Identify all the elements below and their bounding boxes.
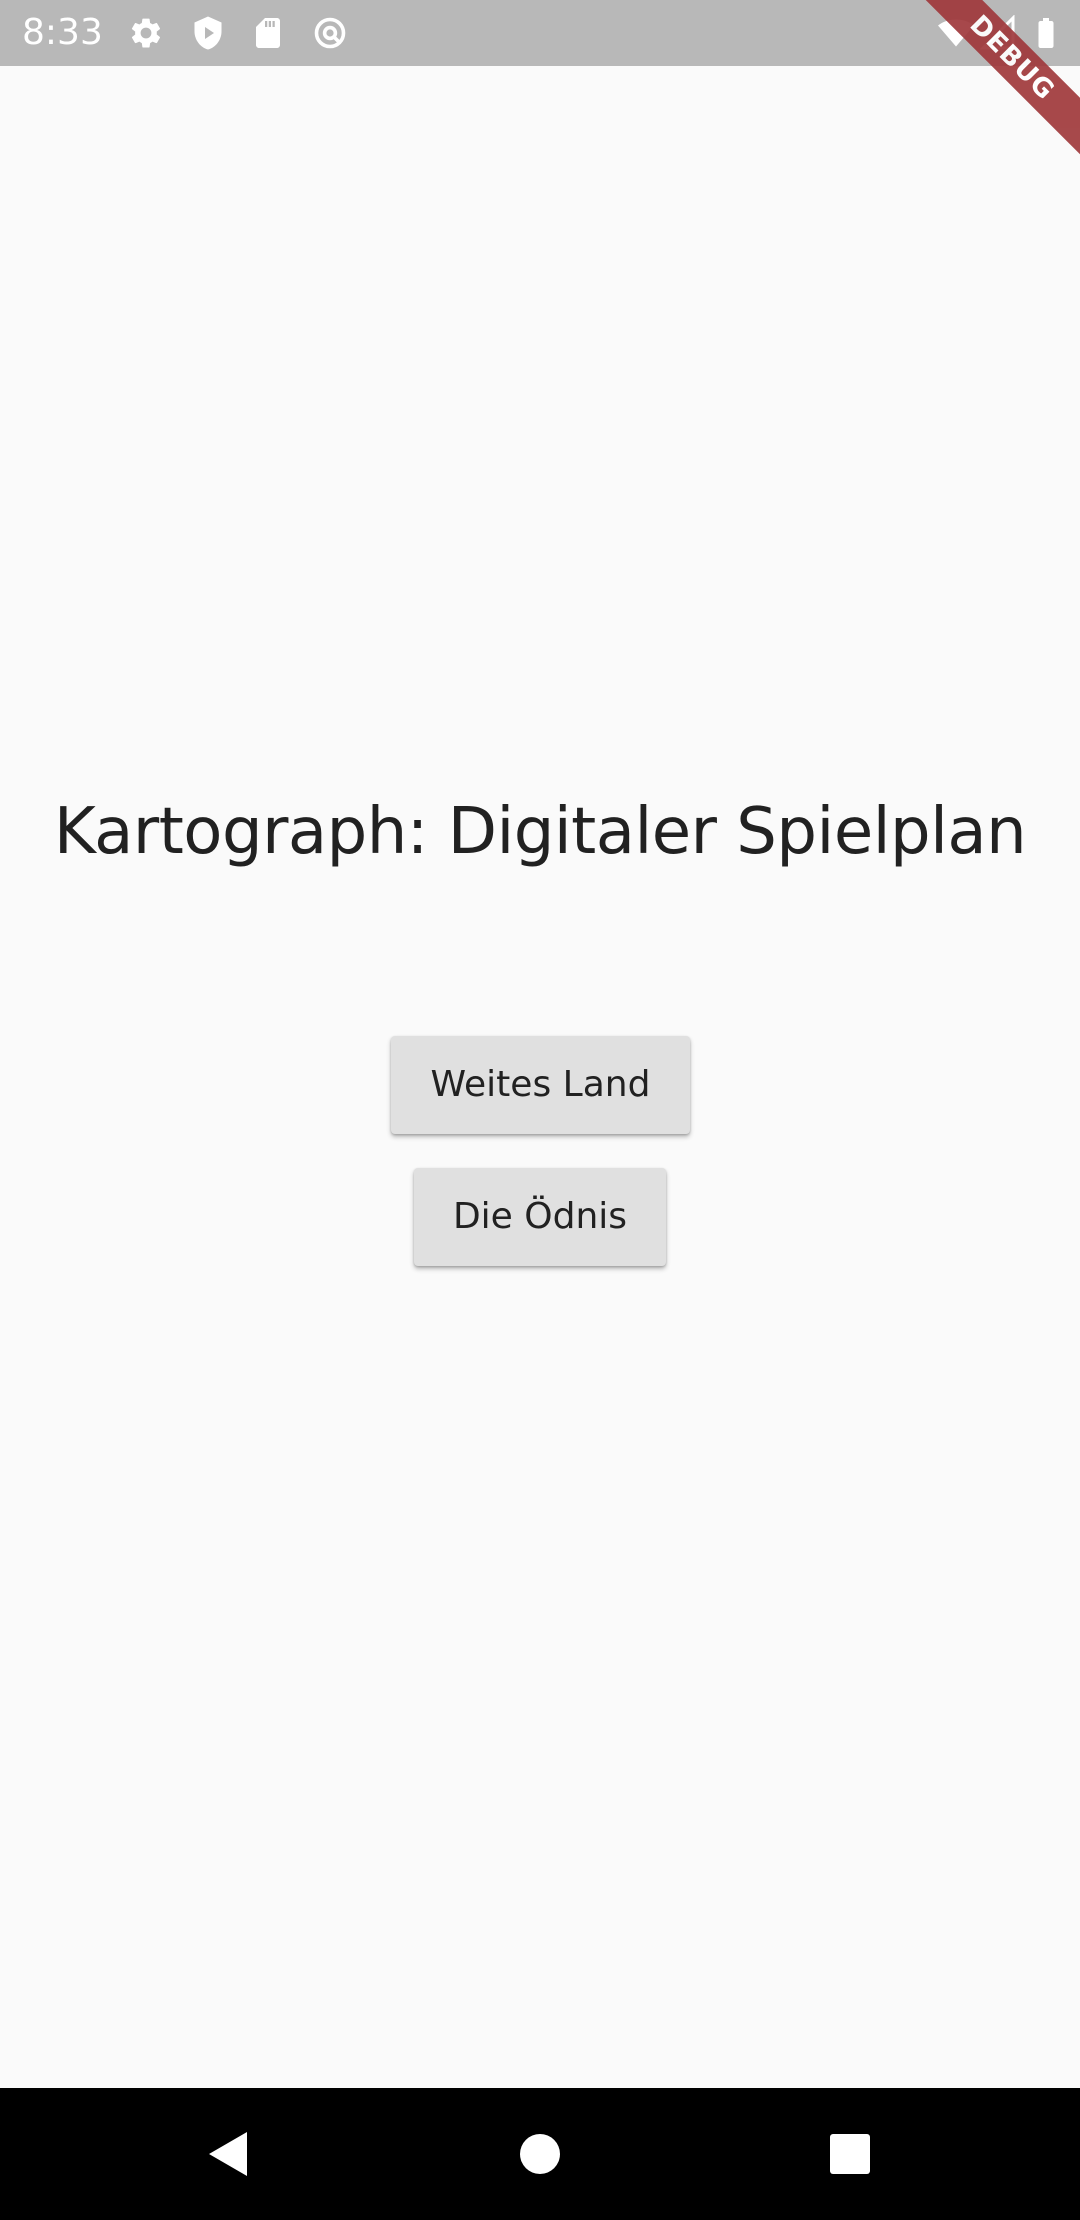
weites-land-button[interactable]: Weites Land (391, 1036, 690, 1134)
wifi-icon (938, 15, 974, 51)
die-oednis-button[interactable]: Die Ödnis (414, 1168, 666, 1266)
recents-icon[interactable] (810, 2114, 890, 2194)
shield-play-icon (190, 15, 226, 51)
sd-card-icon (250, 15, 286, 51)
status-time: 8:33 (22, 12, 103, 53)
at-sign-icon (312, 15, 348, 51)
back-icon[interactable] (187, 2114, 267, 2194)
page-title: Kartograph: Digitaler Spielplan (53, 795, 1027, 869)
home-icon[interactable] (500, 2114, 580, 2194)
battery-icon (1028, 15, 1064, 51)
cell-signal-icon (979, 14, 1016, 51)
navigation-bar (0, 2088, 1080, 2220)
status-bar: 8:33 (0, 0, 1080, 66)
settings-icon (128, 15, 164, 51)
